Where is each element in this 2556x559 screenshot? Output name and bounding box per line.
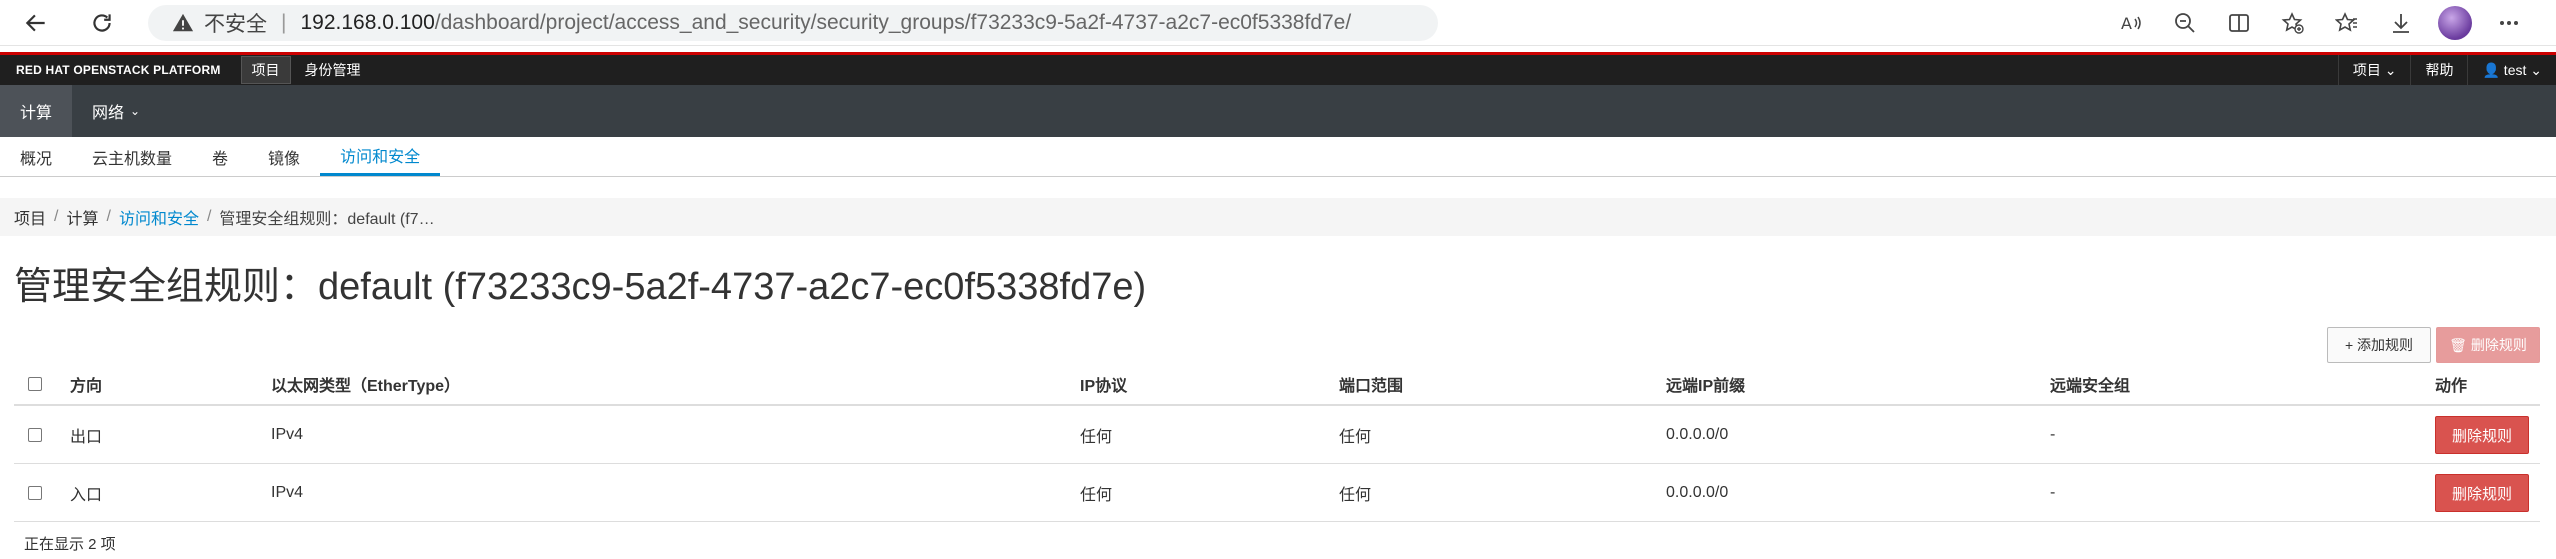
more-menu-button[interactable] [2482,0,2536,46]
delete-rules-button[interactable]: 🗑 删除规则 [2436,327,2540,363]
cell-protocol: 任何 [1080,486,1113,504]
cell-remote-group: - [2050,425,2056,443]
warning-icon [172,13,194,32]
tab-images[interactable]: 镜像 [248,137,320,176]
back-arrow-icon [25,14,45,31]
tab-access-security[interactable]: 访问和安全 [320,137,441,176]
cell-port-range: 任何 [1339,428,1372,446]
nav-compute-label: 计算 [20,105,53,122]
avatar [2438,6,2472,40]
profile-button[interactable] [2428,0,2482,46]
breadcrumb-separator: / [206,208,212,225]
address-separator: | [281,11,287,34]
cell-ethertype: IPv4 [271,425,304,443]
breadcrumb-current: 管理安全组规则：default (f7… [219,211,435,228]
breadcrumb-access-security[interactable]: 访问和安全 [119,205,199,229]
svg-text:A: A [2121,14,2132,33]
cell-direction: 出口 [70,428,103,446]
add-rule-button[interactable]: + 添加规则 [2327,327,2431,363]
identity-menu[interactable]: 身份管理 [291,60,375,80]
nav-network-label: 网络 [92,105,125,122]
header-ip-protocol[interactable]: IP协议 [1080,372,1127,396]
secondary-navbar: 计算 网络 ⌄ [0,85,2556,137]
zoom-out-button[interactable] [2158,0,2212,46]
read-aloud-icon: A [2121,14,2141,33]
header-remote-group[interactable]: 远端安全组 [2050,372,2130,396]
cell-remote-group: - [2050,483,2056,501]
reload-button[interactable] [78,1,126,45]
back-button[interactable] [12,1,60,45]
reload-icon [93,13,111,32]
topnav-right: 项目 ⌄ 帮助 👤 test ⌄ [2337,55,2556,85]
zoom-out-icon [2175,13,2195,33]
item-count: 正在显示 2 项 [24,536,116,553]
url-path: /dashboard/project/access_and_security/s… [434,11,1352,34]
cell-protocol: 任何 [1080,428,1113,446]
page-title: 管理安全组规则：default (f73233c9-5a2f-4737-a2c7… [14,266,1147,308]
star-add-icon [2281,12,2304,34]
select-all-checkbox[interactable] [28,377,42,391]
sub-tabs: 概况 云主机数量 卷 镜像 访问和安全 [0,137,2556,177]
favorites-icon [2335,12,2357,32]
top-navbar: RED HAT OPENSTACK PLATFORM 项目 身份管理 项目 ⌄ … [0,52,2556,85]
cell-remote-prefix: 0.0.0.0/0 [1666,483,1729,501]
insecure-label: 不安全 [204,13,267,36]
rules-table: 方向 以太网类型（EtherType） IP协议 端口范围 远端IP前缀 远端安… [14,364,2540,522]
tab-instances[interactable]: 云主机数量 [72,137,192,176]
header-port-range[interactable]: 端口范围 [1339,372,1403,396]
breadcrumb-separator: / [54,208,59,225]
cell-direction: 入口 [70,486,103,504]
browser-toolbar: 不安全 | 192.168.0.100 /dashboard/project/a… [0,0,2556,46]
add-favorite-button[interactable] [2266,0,2320,46]
cell-ethertype: IPv4 [271,483,304,501]
browser-actions: A [2104,0,2536,46]
split-screen-button[interactable] [2212,0,2266,46]
breadcrumb: 项目 / 计算 / 访问和安全 / 管理安全组规则：default (f7… [0,198,2556,236]
project-dropdown[interactable]: 项目 ⌄ [2337,55,2411,85]
split-screen-icon [2229,14,2249,32]
user-dropdown[interactable]: 👤 test ⌄ [2467,55,2556,85]
breadcrumb-compute: 计算 [66,211,99,228]
table-row: 出口 IPv4 任何 任何 0.0.0.0/0 - 删除规则 [14,406,2540,464]
header-actions: 动作 [2435,378,2468,395]
tab-overview[interactable]: 概况 [0,137,72,176]
row-checkbox[interactable] [28,427,42,442]
more-dots-icon [2500,21,2518,25]
project-menu[interactable]: 项目 [240,56,291,84]
table-header: 方向 以太网类型（EtherType） IP协议 端口范围 远端IP前缀 远端安… [14,364,2540,406]
url-host: 192.168.0.100 [300,11,435,34]
breadcrumb-separator: / [106,208,111,225]
header-ethertype[interactable]: 以太网类型（EtherType） [271,372,460,396]
tab-volumes[interactable]: 卷 [192,137,248,176]
chevron-down-icon: ⌄ [130,104,141,118]
nav-network[interactable]: 网络 ⌄ [72,85,160,137]
favorites-button[interactable] [2320,0,2374,46]
row-checkbox[interactable] [28,485,42,500]
header-direction[interactable]: 方向 [70,372,102,396]
downloads-button[interactable] [2374,0,2428,46]
header-remote-ip-prefix[interactable]: 远端IP前缀 [1666,372,1745,396]
delete-rule-button[interactable]: 删除规则 [2435,416,2529,454]
download-icon [2393,14,2409,33]
nav-compute[interactable]: 计算 [0,85,73,137]
brand-logo[interactable]: RED HAT OPENSTACK PLATFORM [0,63,237,77]
read-aloud-button[interactable]: A [2104,0,2158,46]
delete-rule-button[interactable]: 删除规则 [2435,474,2529,512]
address-bar[interactable]: 不安全 | 192.168.0.100 /dashboard/project/a… [148,5,1438,41]
table-row: 入口 IPv4 任何 任何 0.0.0.0/0 - 删除规则 [14,464,2540,522]
cell-port-range: 任何 [1339,486,1372,504]
cell-remote-prefix: 0.0.0.0/0 [1666,425,1729,443]
breadcrumb-project: 项目 [14,211,47,228]
help-link[interactable]: 帮助 [2410,55,2467,85]
